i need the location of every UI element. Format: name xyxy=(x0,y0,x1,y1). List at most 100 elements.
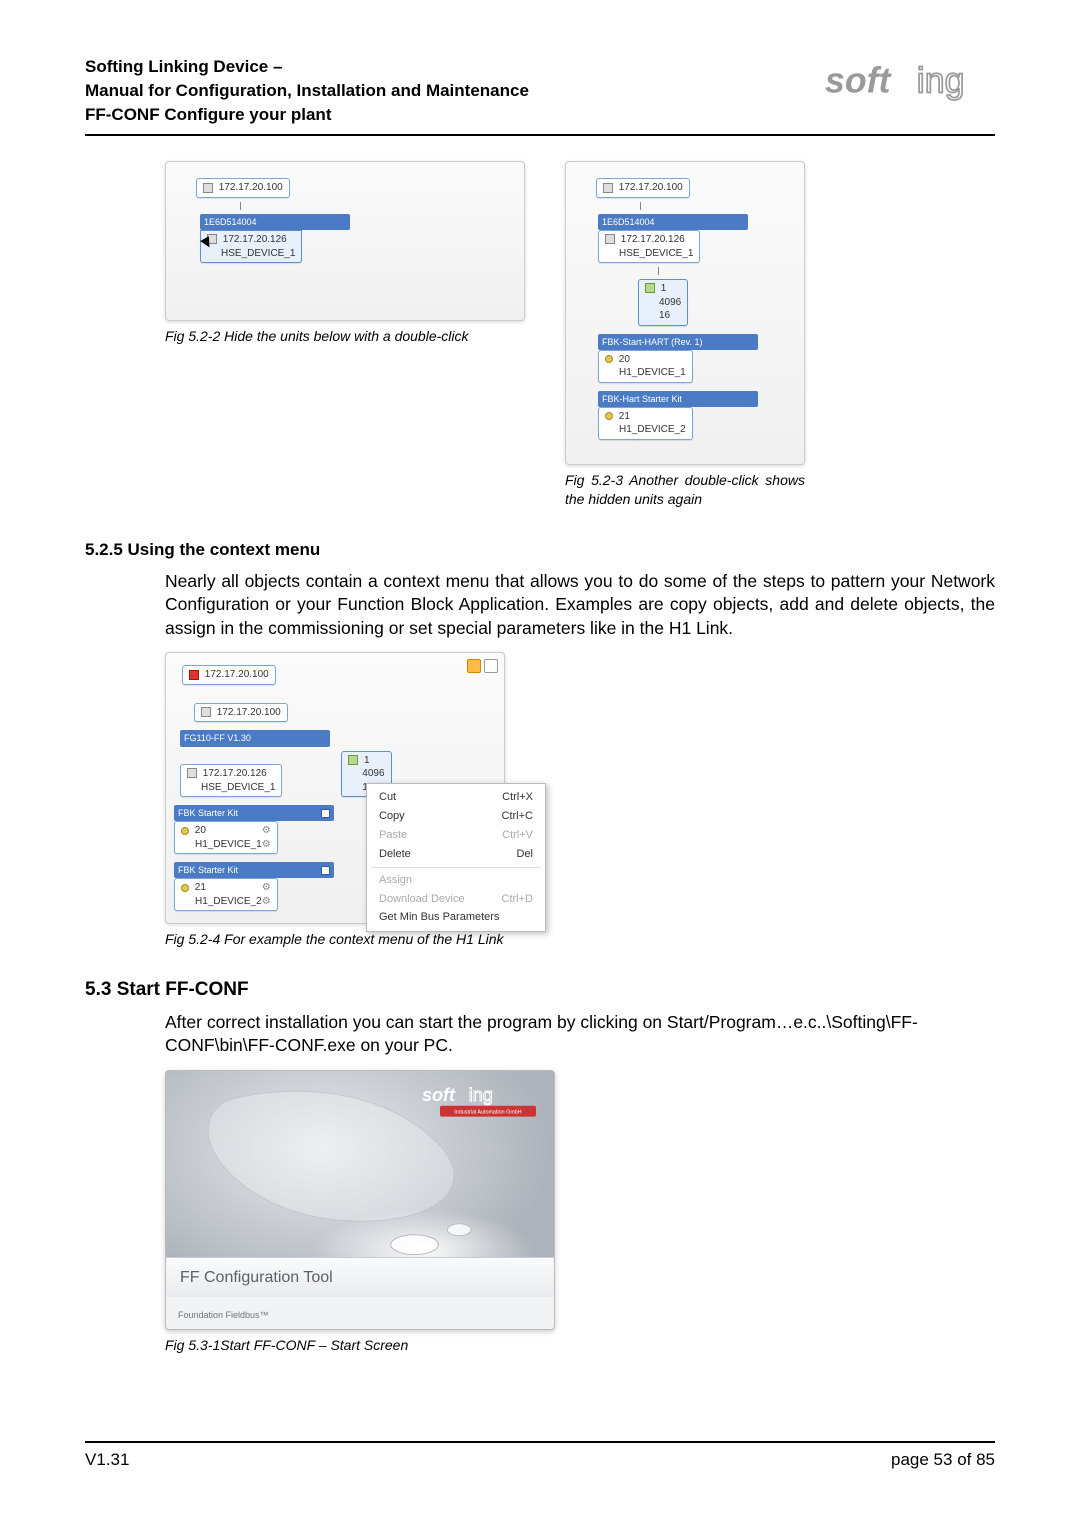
edit-icon[interactable] xyxy=(321,809,330,818)
page-header: Softing Linking Device – Manual for Conf… xyxy=(85,55,995,136)
device-name: HSE_DEVICE_1 xyxy=(221,248,295,259)
h1-header-1: FBK-Start-HART (Rev. 1) xyxy=(598,334,758,350)
link-val-0: 1 xyxy=(661,283,667,294)
ctx-item-get-min-bus-parameters[interactable]: Get Min Bus Parameters xyxy=(367,908,545,927)
edit-icon[interactable] xyxy=(321,866,330,875)
splash-footer-text: Foundation Fieldbus™ xyxy=(178,1309,269,1321)
ctx-shortcut: Ctrl+C xyxy=(502,809,533,824)
splash-title-bar: FF Configuration Tool xyxy=(166,1257,554,1297)
ctx-item-paste: Paste Ctrl+V xyxy=(367,826,545,845)
ctx-item-cut[interactable]: Cut Ctrl+X xyxy=(367,788,545,807)
header-line-2: Manual for Configuration, Installation a… xyxy=(85,79,529,103)
ctx-separator xyxy=(371,867,541,868)
device-name: HSE_DEVICE_1 xyxy=(201,782,275,793)
fig-5-2-2-panel: 172.17.20.100 1E6D514004 172.17.20.126 H… xyxy=(165,161,525,321)
dev1-name: H1_DEVICE_1 xyxy=(619,367,686,378)
ctx-item-download-device: Download Device Ctrl+D xyxy=(367,890,545,909)
ctx-shortcut: Ctrl+X xyxy=(502,790,533,805)
tree-root-node[interactable]: 172.17.20.100 xyxy=(196,178,290,198)
h1-device-1[interactable]: 20 ⚙ H1_DEVICE_1 ⚙ xyxy=(174,821,278,854)
header-title-block: Softing Linking Device – Manual for Conf… xyxy=(85,55,529,126)
ctx-label: Assign xyxy=(379,873,412,888)
section-5-2-5-heading: 5.2.5 Using the context menu xyxy=(85,539,995,562)
ctx-label: Download Device xyxy=(379,892,465,907)
panel-button-2[interactable] xyxy=(484,659,498,673)
dev2-addr: 21 xyxy=(195,882,206,893)
device-node[interactable]: 172.17.20.126 HSE_DEVICE_1 xyxy=(200,230,302,263)
link-icon xyxy=(348,755,358,765)
device-dot-icon xyxy=(181,827,189,835)
h1-device-1[interactable]: 20 H1_DEVICE_1 xyxy=(598,350,693,383)
device-ip: 172.17.20.126 xyxy=(621,234,685,245)
fig-5-2-3-caption: Fig 5.2-3 Another double-click shows the… xyxy=(565,471,805,509)
device-name: HSE_DEVICE_1 xyxy=(619,248,693,259)
header-line-3: FF-CONF Configure your plant xyxy=(85,103,529,127)
panel-button-1[interactable] xyxy=(467,659,481,673)
dev2-name: H1_DEVICE_2 xyxy=(195,896,262,907)
context-menu: Cut Ctrl+X Copy Ctrl+C Paste Ctrl+V DeleteD… xyxy=(366,783,546,932)
ctx-item-delete[interactable]: DeleteDel xyxy=(367,845,545,864)
root-ip: 172.17.20.100 xyxy=(217,707,281,718)
top-ip-node[interactable]: 172.17.20.100 xyxy=(182,665,276,685)
h1-header-2: FBK Starter Kit xyxy=(174,862,334,878)
splash-bar-text: FF Configuration Tool xyxy=(180,1267,333,1289)
header-line-1: Softing Linking Device – xyxy=(85,55,529,79)
svg-text:ing: ing xyxy=(917,61,965,101)
ctx-shortcut: Ctrl+D xyxy=(502,892,533,907)
link-val-1: 4096 xyxy=(362,768,384,779)
root-ip: 172.17.20.100 xyxy=(219,182,283,193)
page-footer: V1.31 page 53 of 85 xyxy=(85,1441,995,1472)
splash-screen: soft ing Industrial Automation GmbH FF C… xyxy=(165,1070,555,1330)
link-val-0: 1 xyxy=(364,755,370,766)
device-dot-icon xyxy=(181,884,189,892)
splash-footer: Foundation Fieldbus™ xyxy=(166,1297,554,1329)
svg-text:soft: soft xyxy=(825,61,893,101)
dev2-name: H1_DEVICE_2 xyxy=(619,424,686,435)
pc-icon xyxy=(201,707,211,717)
ctx-label: Get Min Bus Parameters xyxy=(379,910,499,925)
device-node[interactable]: 172.17.20.126 HSE_DEVICE_1 xyxy=(598,230,700,263)
h1-device-2[interactable]: 21 ⚙ H1_DEVICE_2 ⚙ xyxy=(174,878,278,911)
dev1-addr: 20 xyxy=(619,354,630,365)
pc-icon xyxy=(203,183,213,193)
section-5-3-heading: 5.3 Start FF-CONF xyxy=(85,977,995,1003)
device-ip: 172.17.20.126 xyxy=(223,234,287,245)
device-icon xyxy=(187,768,197,778)
dev1-addr: 20 xyxy=(195,825,206,836)
h1-header-2: FBK-Hart Starter Kit xyxy=(598,391,758,407)
ctx-item-copy[interactable]: Copy Ctrl+C xyxy=(367,807,545,826)
device-dot-icon xyxy=(605,355,613,363)
fig-5-2-4-panel: 172.17.20.100 172.17.20.100 FG110-FF V1.… xyxy=(165,652,505,924)
link-val-1: 4096 xyxy=(659,297,681,308)
group-header: 1E6D514004 xyxy=(598,214,748,230)
root-ip: 172.17.20.100 xyxy=(619,182,683,193)
h1-header-1-label: FBK Starter Kit xyxy=(178,807,238,819)
dev2-addr: 21 xyxy=(619,411,630,422)
ctx-shortcut: Ctrl+V xyxy=(502,828,533,843)
link-val-2: 16 xyxy=(659,310,670,321)
ctx-label: Cut xyxy=(379,790,396,805)
device-icon xyxy=(605,234,615,244)
section-5-2-5-body: Nearly all objects contain a context men… xyxy=(165,570,995,641)
fig-5-2-4-caption: Fig 5.2-4 For example the context menu o… xyxy=(165,930,995,949)
ctx-shortcut: Del xyxy=(516,847,533,862)
tree-root-node[interactable]: 172.17.20.100 xyxy=(596,178,690,198)
fig-5-3-1-caption: Fig 5.3-1Start FF-CONF – Start Screen xyxy=(165,1336,995,1355)
fig-5-2-2-caption: Fig 5.2-2 Hide the units below with a do… xyxy=(165,327,525,346)
section-5-3-body: After correct installation you can start… xyxy=(165,1011,995,1058)
device-dot-icon xyxy=(605,412,613,420)
pc-icon xyxy=(603,183,613,193)
group-header: FG110-FF V1.30 xyxy=(180,730,330,746)
top-ip: 172.17.20.100 xyxy=(205,669,269,680)
group-header: 1E6D514004 xyxy=(200,214,350,230)
tree-root-node[interactable]: 172.17.20.100 xyxy=(194,703,288,723)
device-ip: 172.17.20.126 xyxy=(203,768,267,779)
ctx-label: Copy xyxy=(379,809,405,824)
h1-device-2[interactable]: 21 H1_DEVICE_2 xyxy=(598,407,693,440)
ctx-item-assign: Assign xyxy=(367,871,545,890)
link-node[interactable]: 1 4096 16 xyxy=(638,279,688,326)
network-icon xyxy=(189,670,199,680)
device-node[interactable]: 172.17.20.126 HSE_DEVICE_1 xyxy=(180,764,282,797)
softing-logo: soft ing xyxy=(825,55,995,110)
ctx-label: Paste xyxy=(379,828,407,843)
